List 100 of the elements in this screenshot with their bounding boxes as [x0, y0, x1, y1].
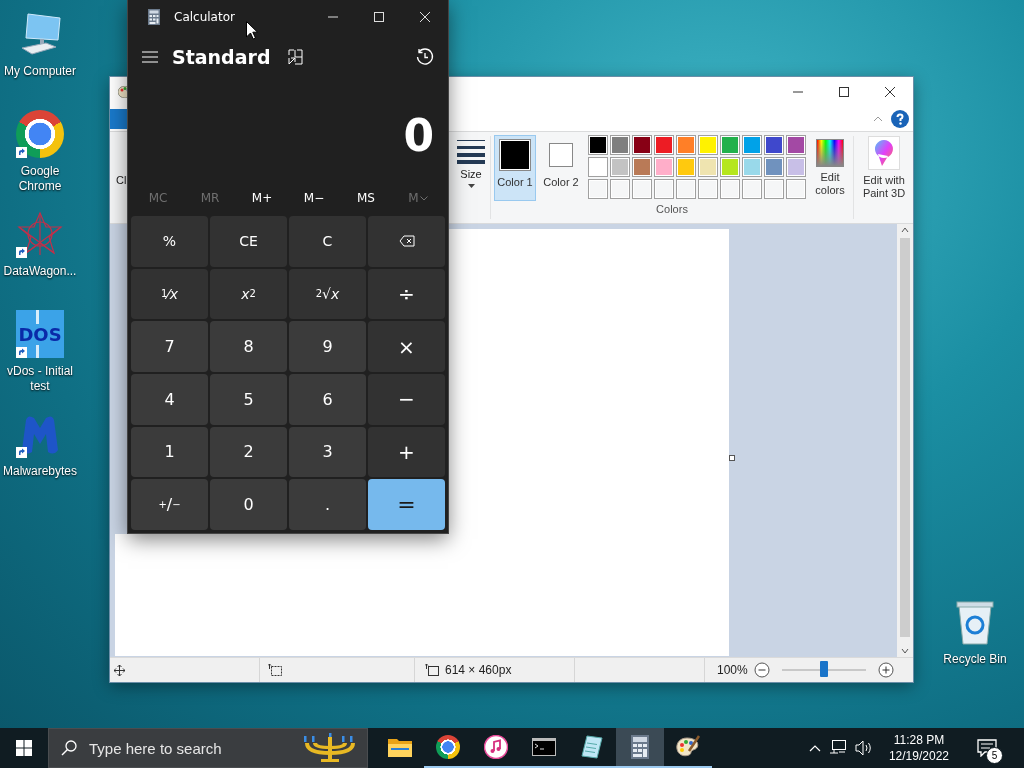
menu-button[interactable]: [142, 51, 158, 63]
backspace-icon: [398, 235, 415, 248]
function-button[interactable]: C: [289, 216, 366, 267]
palette-swatch[interactable]: [764, 135, 784, 155]
custom-color-slot[interactable]: [654, 179, 674, 199]
maximize-icon: [839, 87, 849, 97]
notifications-button[interactable]: 5: [965, 728, 1009, 768]
custom-color-slot[interactable]: [720, 179, 740, 199]
shortcut-arrow-icon: [16, 147, 27, 158]
palette-swatch[interactable]: [764, 157, 784, 177]
chrome-icon[interactable]: [16, 110, 64, 158]
help-icon[interactable]: [891, 110, 909, 128]
mouse-pointer-icon: [246, 21, 258, 40]
volume-icon[interactable]: [854, 740, 873, 756]
dos-icon[interactable]: DOS: [16, 310, 64, 358]
key-button[interactable]: 6: [289, 374, 366, 425]
key-button[interactable]: 7: [131, 321, 208, 372]
operator-button[interactable]: ×: [368, 321, 445, 372]
custom-color-slot[interactable]: [786, 179, 806, 199]
keep-on-top-icon: [286, 49, 303, 65]
file-tab[interactable]: [110, 109, 128, 129]
palette-swatch[interactable]: [676, 135, 696, 155]
music-note-icon: [484, 735, 508, 759]
key-button[interactable]: 3: [289, 426, 366, 478]
zoom-out-icon[interactable]: [753, 662, 770, 678]
icon-label: Recycle Bin: [943, 652, 1007, 666]
show-hidden-icons-icon[interactable]: [808, 744, 821, 752]
palette-swatch[interactable]: [720, 135, 740, 155]
custom-color-slot[interactable]: [764, 179, 784, 199]
shortcut-arrow-icon: [16, 247, 27, 258]
palette-swatch[interactable]: [632, 157, 652, 177]
operator-button[interactable]: ÷: [368, 268, 445, 320]
operator-button[interactable]: +: [368, 426, 445, 478]
keep-on-top-button[interactable]: [286, 49, 303, 65]
memory-button[interactable]: M−: [288, 185, 340, 211]
zoom-in-icon[interactable]: [877, 662, 894, 678]
palette-swatch[interactable]: [654, 157, 674, 177]
notepad-icon: [581, 735, 603, 759]
size-button[interactable]: Size: [455, 132, 487, 223]
operator-button[interactable]: −: [368, 374, 445, 425]
resize-handle[interactable]: [729, 455, 735, 461]
palette-swatch[interactable]: [654, 135, 674, 155]
equals-button[interactable]: =: [368, 479, 445, 530]
key-button[interactable]: .: [289, 479, 366, 530]
paint-3d-icon: [868, 136, 900, 170]
vertical-scrollbar[interactable]: [897, 224, 913, 657]
custom-color-slot[interactable]: [610, 179, 630, 199]
icon-label: Malwarebytes: [2, 464, 78, 479]
selection-size-icon: [268, 664, 282, 676]
palette-swatch[interactable]: [632, 135, 652, 155]
memory-button[interactable]: M+: [236, 185, 288, 211]
memory-button[interactable]: MS: [340, 185, 392, 211]
calculator-app-icon: [148, 9, 160, 25]
key-button[interactable]: 1: [131, 426, 208, 478]
paint-3d-button[interactable]: Edit with Paint 3D: [857, 132, 911, 223]
palette-swatch[interactable]: [588, 157, 608, 177]
zoom-slider-thumb[interactable]: [819, 661, 828, 677]
palette-swatch[interactable]: [588, 135, 608, 155]
palette-swatch[interactable]: [720, 157, 740, 177]
search-input[interactable]: Type here to search: [87, 738, 291, 758]
palette-swatch[interactable]: [786, 157, 806, 177]
palette-swatch[interactable]: [676, 157, 696, 177]
key-button[interactable]: 2: [210, 426, 287, 478]
recycle-bin-icon[interactable]: [955, 600, 995, 646]
function-button[interactable]: %: [131, 216, 208, 267]
maximize-icon: [374, 12, 384, 22]
key-button[interactable]: 8: [210, 321, 287, 372]
custom-color-slot[interactable]: [742, 179, 762, 199]
key-button[interactable]: 5: [210, 374, 287, 425]
menu-icon: [142, 51, 158, 63]
clock[interactable]: 11:28 PM 12/19/2022: [880, 732, 957, 764]
network-star-icon[interactable]: [16, 210, 64, 258]
custom-color-slot[interactable]: [698, 179, 718, 199]
key-button[interactable]: 0: [210, 479, 287, 530]
taskbar-app-button[interactable]: [616, 728, 664, 768]
custom-color-slot[interactable]: [676, 179, 696, 199]
custom-color-slot[interactable]: [632, 179, 652, 199]
palette-swatch[interactable]: [786, 135, 806, 155]
palette-swatch[interactable]: [610, 135, 630, 155]
palette-swatch[interactable]: [698, 135, 718, 155]
palette-swatch[interactable]: [610, 157, 630, 177]
search-field[interactable]: Type here to search: [48, 728, 368, 768]
key-button[interactable]: 4: [131, 374, 208, 425]
shortcut-arrow-icon: [16, 347, 27, 358]
key-button[interactable]: 9: [289, 321, 366, 372]
color-selector-button[interactable]: Color 1: [494, 135, 536, 201]
drawing-canvas[interactable]: [115, 534, 449, 656]
palette-swatch[interactable]: [742, 157, 762, 177]
palette-swatch[interactable]: [698, 157, 718, 177]
custom-color-slot[interactable]: [588, 179, 608, 199]
zoom-level: 100%: [717, 663, 748, 677]
edit-colors-button[interactable]: Edit colors: [810, 135, 850, 197]
network-icon[interactable]: [828, 740, 847, 756]
backspace-button[interactable]: [368, 216, 445, 267]
function-button[interactable]: CE: [210, 216, 287, 267]
history-button[interactable]: [416, 48, 434, 66]
calculator-icon: [631, 735, 649, 759]
collapse-ribbon-icon[interactable]: [873, 116, 883, 122]
palette-swatch[interactable]: [742, 135, 762, 155]
color-selector-button[interactable]: Color 2: [540, 135, 582, 201]
